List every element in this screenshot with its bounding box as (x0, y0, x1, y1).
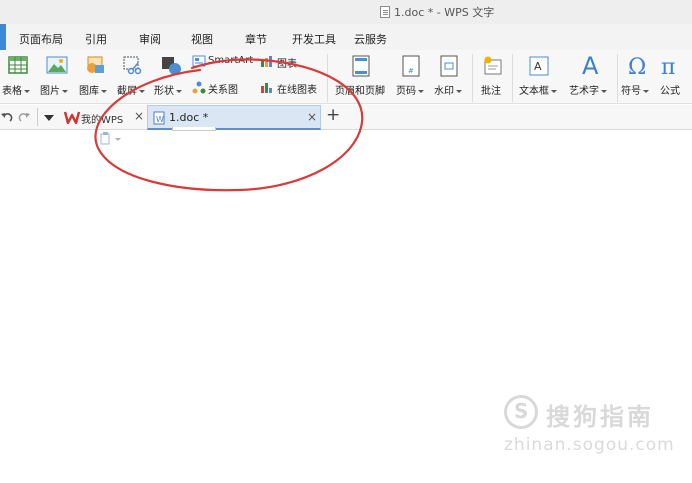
ribbon-divider (617, 54, 618, 102)
chevron-down-icon (456, 89, 462, 93)
undo-icon[interactable] (0, 111, 14, 125)
chevron-down-icon (101, 89, 107, 93)
smartart-label: SmartArt (208, 55, 254, 66)
symbol-button[interactable]: Ω 符号 (620, 52, 656, 100)
header-footer-button[interactable]: 页眉和页脚 (332, 52, 392, 100)
tab-strip-divider (37, 108, 38, 126)
svg-text:W: W (156, 115, 164, 124)
picture-icon (46, 56, 68, 74)
close-icon[interactable]: × (307, 111, 317, 123)
omega-icon: Ω (628, 55, 646, 78)
ribbon-divider (327, 54, 328, 102)
chevron-down-icon (62, 89, 68, 93)
textbox-label: 文本框 (519, 86, 549, 97)
table-icon (8, 56, 28, 74)
sogou-logo-icon (504, 395, 538, 429)
chevron-down-icon (24, 89, 30, 93)
scissors-icon (123, 56, 142, 75)
svg-text:#: # (408, 67, 414, 75)
gallery-label: 图库 (79, 86, 99, 97)
page-number-button[interactable]: # 页码 (394, 52, 430, 100)
close-icon[interactable]: × (134, 110, 144, 122)
svg-text:Ω: Ω (628, 55, 646, 78)
menu-tab-cloud[interactable]: 云服务 (354, 31, 387, 47)
picture-label: 图片 (40, 86, 60, 97)
svg-text:π: π (661, 55, 675, 78)
header-footer-label: 页眉和页脚 (335, 86, 385, 97)
gallery-button[interactable]: 图库 (76, 52, 114, 100)
textbox-button[interactable]: A 文本框 (516, 52, 564, 100)
chevron-down-icon (601, 89, 607, 93)
chevron-down-icon (139, 89, 145, 93)
watermark-icon (440, 55, 458, 77)
wordart-icon: A (582, 52, 599, 78)
window-title-wrap: 1.doc * - WPS 文字 (380, 4, 494, 20)
relation-button[interactable]: 关系图 (190, 78, 246, 96)
screenshot-button[interactable]: 截屏 (114, 52, 152, 100)
relation-icon (192, 81, 206, 94)
watermark-url: zhinan.sogou.com (504, 435, 675, 455)
relation-label: 关系图 (208, 85, 238, 96)
new-tab-button[interactable]: + (326, 107, 340, 124)
smartart-button[interactable]: SmartArt (190, 52, 258, 70)
comment-icon (484, 56, 502, 75)
tab-my-wps[interactable]: 我的WPS × (60, 105, 146, 130)
wordart-button[interactable]: A 艺术字 (566, 52, 616, 100)
table-label: 表格 (2, 86, 22, 97)
comment-button[interactable]: 批注 (476, 52, 510, 100)
svg-text:A: A (582, 52, 599, 78)
document-icon (380, 6, 390, 18)
picture-button[interactable]: 图片 (38, 52, 76, 100)
ribbon-divider (512, 54, 513, 102)
menu-tab-chapter[interactable]: 章节 (245, 31, 267, 47)
watermark-button[interactable]: 水印 (432, 52, 468, 100)
formula-button[interactable]: π 公式 (656, 52, 692, 100)
table-button[interactable]: 表格 (0, 52, 38, 100)
watermark-brand: 搜狗指南 (546, 403, 654, 431)
shapes-icon (162, 57, 181, 75)
textbox-icon: A (529, 56, 549, 76)
shapes-button[interactable]: 形状 (152, 52, 188, 100)
page-number-icon: # (402, 55, 420, 77)
tab-list-dropdown-icon[interactable] (44, 115, 54, 121)
wps-logo-icon (64, 111, 80, 124)
svg-text:A: A (534, 60, 542, 73)
comment-label: 批注 (481, 86, 501, 97)
menu-tab-view[interactable]: 视图 (191, 31, 213, 47)
chevron-down-icon (418, 89, 424, 93)
online-chart-icon (261, 83, 272, 93)
chart-label: 图表 (277, 59, 297, 70)
smartart-icon (192, 55, 206, 67)
document-icon: W (153, 111, 165, 125)
screenshot-label: 截屏 (117, 86, 137, 97)
title-bar: 1.doc * - WPS 文字 (0, 0, 692, 24)
menu-tab-page-layout[interactable]: 页面布局 (0, 24, 63, 50)
gallery-icon (87, 56, 104, 73)
tab-my-wps-label: 我的WPS (81, 115, 124, 126)
chevron-down-icon (643, 89, 649, 93)
window-title: 1.doc * - WPS 文字 (394, 6, 495, 19)
menu-tab-references[interactable]: 引用 (85, 31, 107, 47)
header-footer-icon (352, 55, 370, 77)
tab-document-label: 1.doc * (169, 111, 209, 124)
watermark: 搜狗指南 zhinan.sogou.com (504, 395, 674, 459)
redo-icon[interactable] (18, 111, 32, 125)
shapes-label: 形状 (154, 86, 174, 97)
symbol-label: 符号 (621, 86, 641, 97)
online-chart-label: 在线图表 (277, 85, 317, 96)
menu-bar: 页面布局 引用 审阅 视图 章节 开发工具 云服务 (0, 24, 692, 50)
chart-button[interactable]: 图表 (258, 52, 308, 70)
pi-icon: π (661, 55, 675, 78)
online-chart-button[interactable]: 在线图表 (258, 78, 324, 96)
chevron-down-icon (176, 89, 182, 93)
formula-label: 公式 (660, 86, 680, 97)
menu-tab-developer[interactable]: 开发工具 (292, 31, 336, 47)
menu-tab-review[interactable]: 审阅 (139, 31, 161, 47)
chevron-down-icon (551, 89, 557, 93)
bar-chart-icon (261, 56, 272, 67)
page-number-label: 页码 (396, 86, 416, 97)
watermark-label: 水印 (434, 86, 454, 97)
ribbon-divider (472, 54, 473, 102)
wordart-label: 艺术字 (569, 86, 599, 97)
